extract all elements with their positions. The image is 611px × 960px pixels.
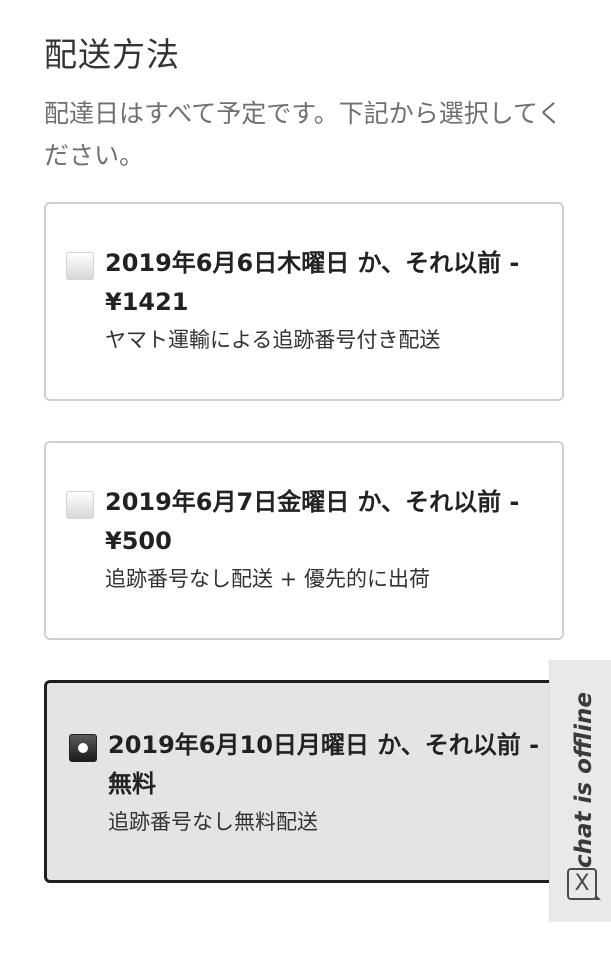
shipping-option-2[interactable]: 2019年6月7日金曜日 か、それ以前 - ¥500 追跡番号なし配送 + 優先… xyxy=(44,441,564,640)
option-3-radio-selected[interactable] xyxy=(69,734,97,762)
chat-status-label: chat is offline xyxy=(571,692,597,868)
option-1-description: ヤマト運輸による追跡番号付き配送 xyxy=(105,328,441,352)
option-2-radio[interactable] xyxy=(66,491,94,519)
shipping-method-subtitle: 配達日はすべて予定です。下記から選択してください。 xyxy=(44,99,563,170)
option-2-description: 追跡番号なし配送 + 優先的に出荷 xyxy=(105,567,430,591)
option-2-headline: 2019年6月7日金曜日 か、それ以前 - ¥500 xyxy=(105,488,520,555)
option-3-headline: 2019年6月10日月曜日 か、それ以前 - 無料 xyxy=(108,731,540,798)
shipping-option-1[interactable]: 2019年6月6日木曜日 か、それ以前 - ¥1421 ヤマト運輸による追跡番号… xyxy=(44,202,564,401)
option-3-description: 追跡番号なし無料配送 xyxy=(108,810,318,834)
option-1-radio[interactable] xyxy=(66,252,94,280)
radio-selected-dot xyxy=(78,743,88,753)
option-1-headline: 2019年6月6日木曜日 か、それ以前 - ¥1421 xyxy=(105,249,520,316)
shipping-method-title: 配送方法 xyxy=(44,35,180,74)
chat-widget-tab[interactable]: chat is offline X xyxy=(549,660,611,922)
chat-close-icon[interactable]: X xyxy=(567,868,601,900)
shipping-option-3[interactable]: 2019年6月10日月曜日 か、それ以前 - 無料 追跡番号なし無料配送 xyxy=(44,680,574,883)
